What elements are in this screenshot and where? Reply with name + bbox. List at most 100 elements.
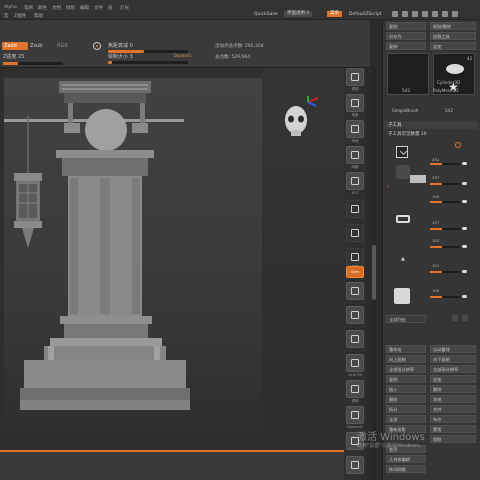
column-subtool-icon[interactable] [394,288,410,304]
split-button[interactable]: 拆分 [386,405,426,413]
subtool-value: 100 [432,288,440,293]
shelf-grid-button[interactable] [346,146,364,164]
menu-item-document[interactable]: 文档 [52,5,61,11]
layout-icon[interactable] [402,11,408,17]
subtool-slider[interactable] [430,246,460,248]
viewport-canvas[interactable] [4,78,262,450]
shelf-extra-button[interactable] [346,456,364,474]
subtool-header[interactable]: 子工具 [384,121,478,129]
dot-subtool-icon[interactable]: ▲ [401,256,405,262]
menu-item-edit[interactable]: 编辑 [80,5,89,11]
draw-size-slider[interactable] [108,61,188,64]
zsub-button[interactable]: Zsub [30,42,42,50]
shelf-local-button[interactable] [346,120,364,138]
default-zscript-button[interactable]: DefaultZScript [349,12,382,18]
menu-item-macro[interactable]: 宏 [4,13,9,19]
list-all-button[interactable]: 全部列出 [386,315,426,323]
subtool-value: 137 [432,220,440,225]
visibility-eye-icon[interactable] [462,182,467,185]
insert-button[interactable]: 插入 [386,385,426,393]
menu-item-light[interactable]: 灯光 [120,5,129,11]
arrow-down-icon[interactable] [462,315,468,321]
all-high-button[interactable]: 全部高分辨率 [430,365,476,373]
subtool-slider[interactable] [430,201,460,203]
navigation-gizmo[interactable] [282,94,319,144]
menu-item-file[interactable]: 文件 [94,5,103,11]
copy-up-button[interactable]: 向上复制 [386,355,426,363]
duplicate-button[interactable]: 复制 [386,375,426,383]
menu-item-help[interactable]: 帮助 [34,13,43,19]
shelf-solo-button[interactable] [346,306,364,324]
shelf-linefill-button[interactable] [346,354,364,372]
shelf-transp-button[interactable] [346,330,364,348]
subtool-slider[interactable] [430,228,460,230]
merge-button[interactable]: 合并 [430,405,476,413]
ring-subtool-icon[interactable] [396,215,410,223]
menu-item-zplugin[interactable]: Z插件 [14,13,26,19]
append-button[interactable]: 追加 [430,375,476,383]
visibility-eye-icon[interactable] [462,162,467,165]
shelf-dynamic-button[interactable] [346,406,364,424]
array-mesh-button[interactable]: 阵列网格 [386,465,426,473]
rgb-button[interactable]: RGB [57,42,68,50]
shelf-rotate-button[interactable] [346,248,364,266]
subtool-slider[interactable] [430,163,460,165]
script-icon[interactable] [452,11,458,17]
copy-down-button[interactable]: 向下复制 [430,355,476,363]
subtool-slider[interactable] [430,183,460,185]
shelf-perspective-button[interactable] [346,68,364,86]
maximize-icon[interactable] [432,11,438,17]
arrow-up-icon[interactable] [452,315,458,321]
rename-button[interactable]: 重命名 [386,345,426,353]
shelf-floor-button[interactable] [346,94,364,112]
menu-item-layer[interactable]: 层 [108,5,113,11]
collapse-arrow-icon[interactable]: ‹ [387,183,389,190]
minimize-icon[interactable] [422,11,428,17]
menu-item-draw[interactable]: 绘制 [66,5,75,11]
shelf-xyz-button[interactable] [346,172,364,190]
zadd-button[interactable]: Zadd [2,42,28,50]
visibility-eye-icon[interactable] [462,227,467,230]
menus-button[interactable]: 菜单 [327,11,342,17]
boolean-button[interactable]: 布尔 [430,415,476,423]
other-button[interactable]: 其他 [430,395,476,403]
clone-tool-button[interactable]: 复制 [386,42,426,50]
visibility-eye-icon[interactable] [462,245,467,248]
visibility-eye-icon[interactable] [462,270,467,273]
help-icon[interactable] [392,11,398,17]
visibility-eye-icon[interactable] [462,295,467,298]
paste-tool-button[interactable]: 粘贴/删除 [430,22,476,30]
shelf-transparent-button[interactable] [346,380,364,398]
extract-button[interactable]: 提取 [430,435,476,443]
total-points-count: 总点数: 529,664 [215,55,251,60]
z-intensity-slider[interactable] [3,62,63,65]
palette-icon[interactable] [412,11,418,17]
lantern-subtool-icon[interactable] [396,165,410,179]
shelf-polyframe-button[interactable] [346,282,364,300]
menu-item-brush[interactable]: 笔刷 [24,5,33,11]
subtool-slider[interactable] [430,271,460,273]
copy-tool-button[interactable]: 复制 [386,22,426,30]
menu-item-alpha[interactable]: Alpha [4,5,17,10]
geometry-edit-button[interactable]: 几何体编辑 [386,455,426,463]
shelf-move-button[interactable] [346,200,364,218]
interface-transparency-slider[interactable]: 界面透明 0 [284,11,313,17]
auto-reorder-button[interactable]: 自动重排 [430,345,476,353]
visibility-eye-icon[interactable] [462,200,467,203]
append-tool-button[interactable]: 追加 [430,42,476,50]
subtool-slider[interactable] [430,296,460,298]
menu-item-color[interactable]: 颜色 [38,5,47,11]
all-button[interactable]: 全部 [386,415,426,423]
save-as-button[interactable]: 另存为 [386,32,426,40]
shelf-scale-button[interactable] [346,224,364,242]
mask-button[interactable]: 蒙版 [430,425,476,433]
all-low-button[interactable]: 全部低分辨率 [386,365,426,373]
load-tool-button[interactable]: 加载工具 [430,32,476,40]
close-icon[interactable] [442,11,448,17]
delete-button[interactable]: 删除 [430,385,476,393]
scrollbar-thumb[interactable] [372,245,376,300]
quicksave-button[interactable]: QuickSave [254,12,278,18]
dynamic-toggle[interactable]: Dynamic [174,53,192,58]
delete-other-button[interactable]: 删除 [386,395,426,403]
menu-bar: Alpha 笔刷 颜色 文档 绘制 编辑 文件 层 灯光 宏 Z插件 帮助 Qu… [0,0,480,20]
